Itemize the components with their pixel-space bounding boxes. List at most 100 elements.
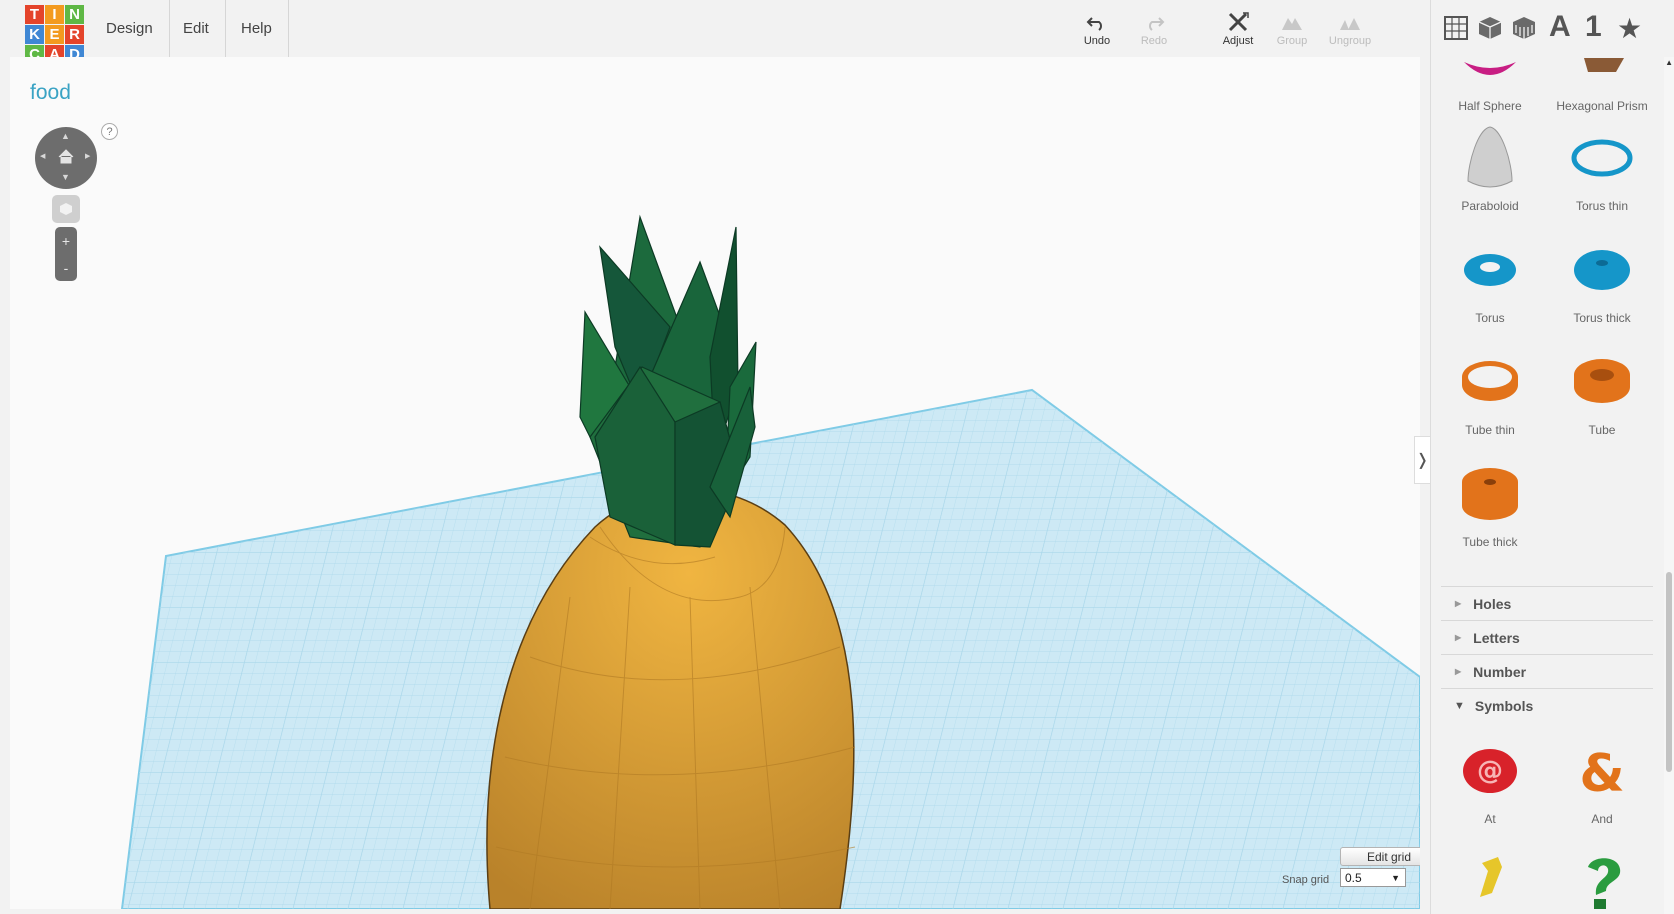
svg-text:@: @	[1477, 756, 1503, 786]
scrollbar-thumb[interactable]	[1666, 572, 1672, 772]
category-number[interactable]: ▶ Number	[1441, 654, 1653, 688]
snap-grid-value: 0.5	[1345, 870, 1362, 885]
zoom-in-button[interactable]: +	[55, 227, 77, 254]
symbol-question[interactable]	[1546, 842, 1658, 914]
dropdown-arrow-icon: ▼	[1391, 872, 1400, 883]
chevron-right-icon: ❭	[1415, 452, 1430, 469]
shape-tube[interactable]: Tube	[1546, 341, 1658, 437]
category-label: Symbols	[1474, 697, 1534, 714]
ampersand-symbol-icon: &	[1579, 744, 1624, 801]
shape-label: And	[1591, 812, 1613, 826]
home-view-icon[interactable]	[57, 148, 75, 166]
shape-half-sphere[interactable]: Half Sphere	[1434, 17, 1546, 113]
undo-label: Undo	[1083, 35, 1111, 47]
shape-label: Tube thin	[1465, 423, 1515, 437]
edit-grid-button[interactable]: Edit grid	[1340, 847, 1420, 866]
orbit-control[interactable]: ▲ ▼ ◀ ▶	[35, 127, 97, 189]
fit-view-cube-icon[interactable]	[52, 195, 80, 223]
hexagonal-prism-icon	[1584, 58, 1624, 72]
orbit-down-icon[interactable]: ▼	[61, 172, 70, 182]
question-symbol-icon	[1588, 858, 1621, 909]
zoom-control[interactable]: + -	[55, 227, 77, 281]
shape-label: Half Sphere	[1458, 99, 1522, 113]
symbol-exclamation[interactable]	[1434, 842, 1546, 914]
half-sphere-icon	[1464, 62, 1516, 75]
menu-help[interactable]: Help	[225, 0, 289, 57]
adjust-button[interactable]: Adjust	[1208, 12, 1268, 52]
tube-thick-icon	[1462, 468, 1518, 520]
symbol-and[interactable]: & And	[1546, 730, 1658, 826]
help-button[interactable]: ?	[101, 123, 118, 140]
torus-thin-icon	[1571, 139, 1633, 177]
snap-grid-select[interactable]: 0.5 ▼	[1340, 868, 1406, 887]
tinkercad-logo[interactable]: T I N K E R C A D	[25, 5, 85, 65]
shape-label: Paraboloid	[1461, 199, 1519, 213]
shape-label: Torus	[1475, 311, 1505, 325]
logo-letter: N	[65, 5, 84, 24]
shape-torus-thin[interactable]: Torus thin	[1546, 117, 1658, 213]
adjust-icon	[1228, 12, 1249, 32]
tinkercad-editor: T I N K E R C A D Design Edit Help Undo …	[0, 0, 1674, 914]
shape-torus[interactable]: Torus	[1434, 229, 1546, 325]
orbit-right-icon[interactable]: ▶	[85, 152, 90, 160]
collapse-panel-button[interactable]: ❭	[1414, 436, 1430, 484]
scroll-up-icon[interactable]: ▲	[1665, 58, 1673, 67]
ungroup-label: Ungroup	[1328, 35, 1372, 47]
shape-label: Tube	[1588, 423, 1616, 437]
shape-label: At	[1484, 812, 1496, 826]
menu-edit-label: Edit	[183, 20, 209, 37]
shape-hexagonal-prism[interactable]: Hexagonal Prism	[1546, 17, 1658, 113]
torus-thick-icon	[1574, 250, 1630, 290]
orbit-left-icon[interactable]: ◀	[40, 152, 45, 160]
panel-scrollbar[interactable]	[1664, 57, 1674, 914]
3d-scene[interactable]	[10, 57, 1420, 909]
category-label: Holes	[1473, 595, 1512, 612]
document-title[interactable]: food	[30, 81, 71, 105]
category-label: Letters	[1473, 629, 1520, 646]
undo-button[interactable]: Undo	[1067, 12, 1127, 52]
redo-icon	[1149, 17, 1165, 31]
category-label: Number	[1473, 663, 1527, 680]
orbit-up-icon[interactable]: ▲	[61, 131, 70, 141]
undo-icon	[1086, 17, 1102, 31]
symbol-at[interactable]: @ At	[1434, 730, 1546, 826]
at-symbol-icon: @	[1463, 749, 1517, 793]
redo-label: Redo	[1140, 35, 1168, 47]
menu-design[interactable]: Design	[90, 0, 170, 57]
triangle-right-icon: ▶	[1455, 599, 1462, 608]
zoom-out-button[interactable]: -	[55, 254, 77, 281]
adjust-label: Adjust	[1222, 35, 1254, 47]
torus-icon	[1464, 254, 1516, 286]
shape-label: Torus thin	[1575, 199, 1629, 213]
logo-letter: K	[25, 25, 44, 44]
logo-letter: I	[45, 5, 64, 24]
pineapple-leaves[interactable]	[579, 214, 757, 548]
logo-letter: T	[25, 5, 44, 24]
ungroup-icon	[1340, 18, 1360, 30]
group-button[interactable]: Group	[1262, 12, 1322, 52]
category-holes[interactable]: ▶ Holes	[1441, 586, 1653, 620]
svg-text:&: &	[1579, 744, 1624, 801]
menu-edit[interactable]: Edit	[167, 0, 226, 57]
redo-button[interactable]: Redo	[1124, 12, 1184, 52]
shape-paraboloid[interactable]: Paraboloid	[1434, 117, 1546, 213]
tube-thin-icon	[1462, 361, 1518, 401]
shape-tube-thick[interactable]: Tube thick	[1434, 453, 1546, 549]
category-symbols[interactable]: ▼ Symbols	[1441, 688, 1653, 722]
paraboloid-icon	[1467, 126, 1513, 188]
snap-grid-label: Snap grid	[1282, 874, 1330, 886]
triangle-right-icon: ▶	[1455, 667, 1462, 676]
workplane-viewport[interactable]: food ? ▲ ▼ ◀ ▶ + - Edit grid Snap grid 0…	[10, 57, 1420, 909]
group-label: Group	[1276, 35, 1308, 47]
shapes-panel: A 1 ★ Half Sphere Hexagonal Prism Parabo…	[1430, 0, 1674, 914]
menu-design-label: Design	[106, 20, 153, 37]
exclamation-symbol-icon	[1480, 857, 1502, 897]
tube-icon	[1574, 359, 1630, 403]
group-icon	[1282, 18, 1302, 30]
shape-label: Tube thick	[1462, 535, 1518, 549]
shape-tube-thin[interactable]: Tube thin	[1434, 341, 1546, 437]
shape-torus-thick[interactable]: Torus thick	[1546, 229, 1658, 325]
triangle-right-icon: ▶	[1455, 633, 1462, 642]
ungroup-button[interactable]: Ungroup	[1320, 12, 1380, 52]
category-letters[interactable]: ▶ Letters	[1441, 620, 1653, 654]
